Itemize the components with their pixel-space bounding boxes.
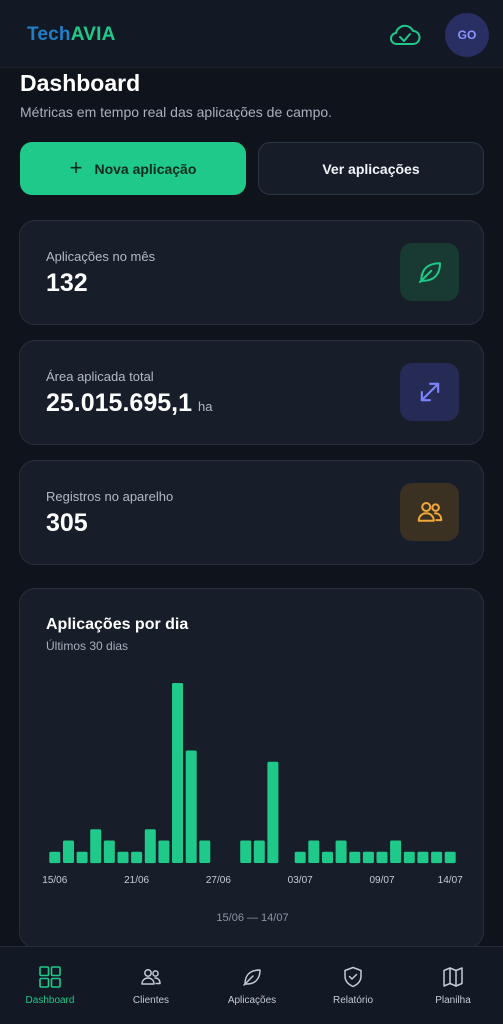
nav-label: Relatório xyxy=(332,995,374,1006)
bar-chart: 15/06 21/06 27/06 03/07 09/07 14/07 xyxy=(42,683,463,886)
chart-bar xyxy=(90,829,102,864)
stat-card-total-area: Área aplicada total 25.015.695,1 ha xyxy=(19,340,484,445)
x-tick-label: 15/06 xyxy=(42,875,67,886)
expand-arrows-icon xyxy=(400,363,459,421)
map-icon xyxy=(443,967,463,987)
chart-bar xyxy=(431,851,443,864)
chart-bar xyxy=(49,851,61,864)
users-icon xyxy=(400,483,459,541)
stat-card-applications-month: Aplicações no mês 132 xyxy=(19,220,484,325)
x-tick-label: 03/07 xyxy=(288,875,313,886)
chart-bar xyxy=(362,851,374,864)
chart-bar xyxy=(253,840,265,863)
nav-label: Clientes xyxy=(132,995,170,1006)
chart-bar xyxy=(390,840,402,863)
page-title: Dashboard xyxy=(20,70,141,96)
chart-bar xyxy=(144,829,156,864)
chart-bar xyxy=(335,840,347,863)
chart-bar xyxy=(117,851,129,864)
grid-icon xyxy=(39,966,61,988)
users-icon xyxy=(141,969,161,985)
shield-check-icon xyxy=(344,966,362,988)
chart-bar xyxy=(417,851,429,864)
nav-planilha[interactable]: Planilha xyxy=(403,947,503,1024)
stat-value: 305 xyxy=(46,509,88,537)
chart-bar xyxy=(403,851,415,864)
new-application-label: Nova aplicação xyxy=(94,160,197,177)
x-tick-label: 09/07 xyxy=(369,875,394,886)
top-bar: TechAVIA GO xyxy=(0,0,503,68)
leaf-icon xyxy=(400,243,459,301)
chart-bar xyxy=(294,851,306,864)
chart-bar xyxy=(76,851,88,864)
chart-bar xyxy=(349,851,361,864)
chart-card: Aplicações por dia Últimos 30 dias 15/06… xyxy=(19,588,484,948)
x-tick-label: 14/07 xyxy=(438,875,463,886)
chart-bar xyxy=(308,840,320,863)
new-application-button[interactable]: + Nova aplicação xyxy=(20,142,246,195)
chart-bar xyxy=(158,840,170,863)
stat-value: 132 xyxy=(46,269,88,297)
nav-dashboard[interactable]: Dashboard xyxy=(0,947,100,1024)
chart-bar xyxy=(240,840,252,863)
stat-value: 25.015.695,1 ha xyxy=(46,389,213,417)
x-tick-label: 21/06 xyxy=(124,875,149,886)
nav-label: Aplicações xyxy=(227,995,277,1006)
stat-card-device-records: Registros no aparelho 305 xyxy=(19,460,484,565)
stat-label: Registros no aparelho xyxy=(46,489,174,504)
chart-bar xyxy=(185,750,197,863)
chart-bar xyxy=(376,851,388,864)
stat-unit: ha xyxy=(197,399,213,414)
chart-bar xyxy=(199,840,211,863)
view-applications-label: Ver aplicações xyxy=(322,160,420,177)
plus-icon: + xyxy=(69,154,83,180)
chart-bar xyxy=(103,840,115,863)
chart-bar xyxy=(444,851,456,864)
app-logo: TechAVIA xyxy=(27,24,116,45)
chart-bar xyxy=(172,683,183,863)
avatar[interactable]: GO xyxy=(445,13,489,57)
chart-range-label: 15/06 — 14/07 xyxy=(216,912,289,924)
chart-bar xyxy=(131,851,143,864)
chart-bar xyxy=(267,761,279,864)
nav-clientes[interactable]: Clientes xyxy=(101,947,201,1024)
stat-label: Aplicações no mês xyxy=(46,249,156,264)
leaf-icon xyxy=(243,969,261,986)
nav-label: Dashboard xyxy=(25,995,75,1006)
chart-bar xyxy=(63,840,74,863)
nav-aplicacoes[interactable]: Aplicações xyxy=(202,947,302,1024)
x-tick-label: 27/06 xyxy=(206,875,231,886)
page-subtitle: Métricas em tempo real das aplicações de… xyxy=(20,104,333,120)
chart-bar xyxy=(322,851,333,864)
view-applications-button[interactable]: Ver aplicações xyxy=(258,142,484,195)
nav-relatorio[interactable]: Relatório xyxy=(303,947,403,1024)
bottom-nav: Dashboard Clientes Aplicações Relatório … xyxy=(0,946,503,1024)
nav-label: Planilha xyxy=(435,995,471,1006)
stat-label: Área aplicada total xyxy=(46,369,154,384)
cloud-check-icon[interactable] xyxy=(388,20,422,50)
